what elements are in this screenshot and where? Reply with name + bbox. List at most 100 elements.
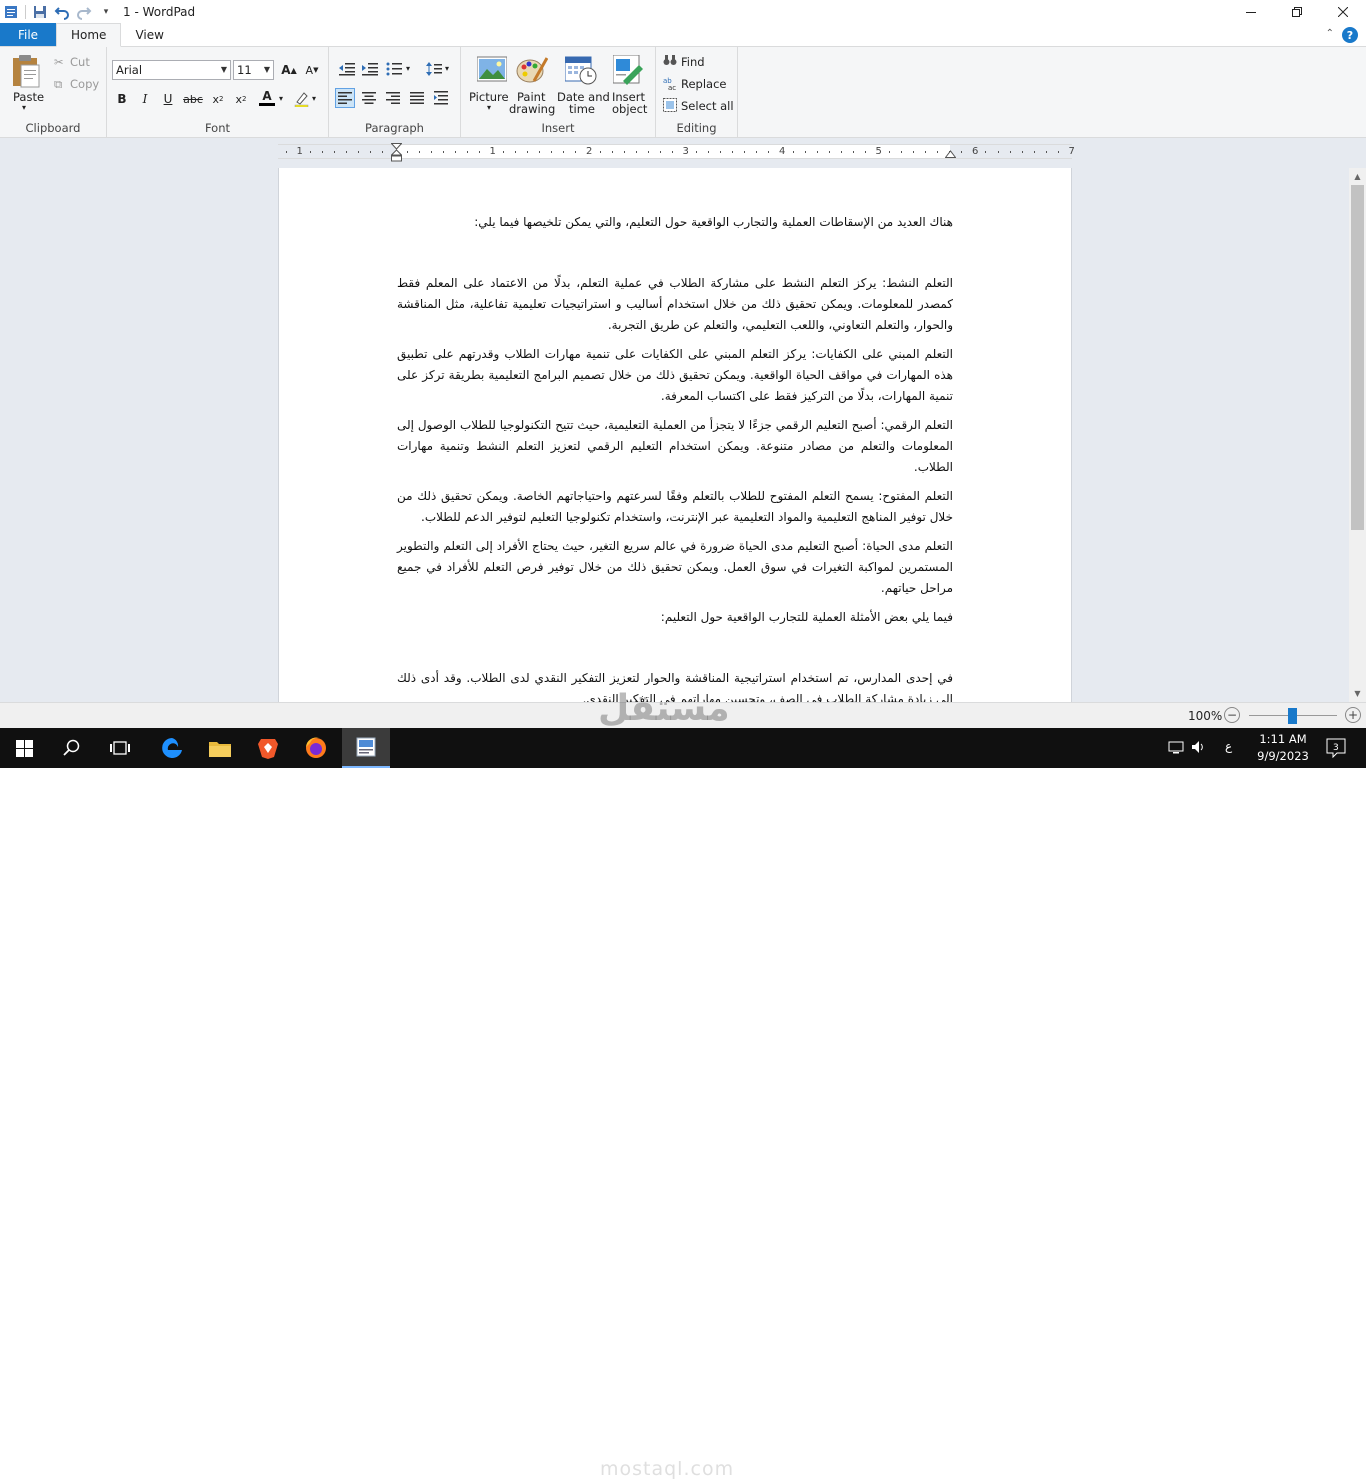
paste-button[interactable]: Paste: [13, 90, 44, 104]
ruler-tick: [732, 151, 734, 153]
notification-count: 3: [1333, 743, 1339, 753]
chevron-down-icon[interactable]: ▾: [445, 64, 449, 73]
subscript-icon[interactable]: x2: [208, 89, 228, 109]
file-explorer-icon[interactable]: [196, 728, 244, 768]
ruler-tick: [478, 151, 480, 153]
taskbar-clock[interactable]: 1:11 AM 9/9/2023: [1250, 731, 1316, 765]
insert-group: Picture ▾ Paint drawing Date and time In…: [461, 47, 656, 138]
minimize-icon[interactable]: [1228, 0, 1274, 24]
close-icon[interactable]: [1320, 0, 1366, 24]
date-time-button[interactable]: Date and time: [556, 53, 610, 123]
task-view-icon[interactable]: [96, 728, 144, 768]
tab-home[interactable]: Home: [56, 23, 122, 47]
undo-icon[interactable]: [51, 1, 73, 23]
ruler-tick: [286, 151, 287, 153]
collapse-ribbon-icon[interactable]: ⌃: [1326, 28, 1334, 39]
brave-icon[interactable]: [244, 728, 292, 768]
line-spacing-icon[interactable]: [424, 59, 444, 79]
ruler-tick: [768, 151, 770, 153]
ruler-number: 1: [489, 146, 496, 157]
cut-button[interactable]: Cut: [70, 55, 90, 69]
ruler-tick: [346, 151, 348, 153]
ruler-tick: [756, 151, 758, 153]
scroll-down-icon[interactable]: ▼: [1349, 685, 1366, 702]
shrink-font-icon[interactable]: A ▼: [302, 60, 322, 80]
ruler-tick: [466, 151, 468, 153]
font-color-icon[interactable]: A: [257, 87, 277, 107]
ruler-tick: [913, 151, 915, 153]
help-icon[interactable]: ?: [1342, 27, 1358, 43]
document-text[interactable]: هناك العديد من الإسقاطات العملية والتجار…: [397, 212, 953, 702]
edge-icon[interactable]: [148, 728, 196, 768]
find-button[interactable]: Find: [681, 55, 705, 69]
ruler-tick: [659, 151, 661, 153]
window-title: 1 - WordPad: [123, 5, 196, 19]
restore-icon[interactable]: [1274, 0, 1320, 24]
decrease-indent-icon[interactable]: [337, 59, 357, 79]
zoom-slider-thumb[interactable]: [1288, 708, 1297, 724]
superscript-icon[interactable]: x2: [231, 89, 251, 109]
grow-font-icon[interactable]: A ▲: [279, 60, 299, 80]
ruler-tick: [418, 151, 420, 153]
italic-icon[interactable]: I: [135, 89, 155, 109]
zoom-out-icon[interactable]: −: [1224, 707, 1240, 723]
vertical-scrollbar[interactable]: ▲ ▼: [1349, 168, 1366, 702]
align-left-icon[interactable]: [335, 88, 355, 108]
ruler-number: 7: [1068, 146, 1075, 157]
network-icon[interactable]: [1168, 740, 1184, 757]
ruler[interactable]: 1 1 2 3 4 5 6 7: [278, 143, 1075, 162]
wordpad-taskbar-icon[interactable]: [342, 728, 390, 768]
chevron-down-icon: ▾: [487, 103, 492, 112]
picture-label: Picture: [469, 90, 509, 104]
ruler-tick: [322, 151, 324, 153]
input-language[interactable]: ع: [1225, 739, 1232, 753]
indent-marker-icon[interactable]: [391, 143, 402, 163]
document-page[interactable]: هناك العديد من الإسقاطات العملية والتجار…: [278, 168, 1072, 702]
clock-date: 9/9/2023: [1257, 749, 1309, 763]
tab-view[interactable]: View: [121, 23, 177, 46]
bullet-list-icon[interactable]: [384, 59, 404, 79]
chevron-down-icon[interactable]: ▾: [279, 94, 283, 103]
right-indent-marker-icon[interactable]: [945, 150, 956, 158]
tab-file[interactable]: File: [0, 23, 56, 46]
document-paragraph: التعلم الرقمي: أصبح التعليم الرقمي جزءًا…: [397, 418, 953, 474]
paste-icon[interactable]: [10, 53, 42, 92]
paste-dropdown-icon[interactable]: ▾: [22, 103, 26, 112]
paint-drawing-button[interactable]: Paint drawing: [509, 53, 555, 123]
firefox-icon[interactable]: [292, 728, 340, 768]
chevron-down-icon[interactable]: ▾: [406, 64, 410, 73]
bold-icon[interactable]: B: [112, 89, 132, 109]
calendar-clock-icon: [565, 56, 597, 85]
highlight-icon[interactable]: [291, 89, 311, 109]
save-icon[interactable]: [29, 1, 51, 23]
align-center-icon[interactable]: [359, 88, 379, 108]
ruler-tick: [1021, 151, 1023, 153]
windows-start-icon[interactable]: [0, 728, 48, 768]
align-right-icon[interactable]: [383, 88, 403, 108]
strikethrough-icon[interactable]: abc: [183, 89, 203, 109]
zoom-in-icon[interactable]: +: [1345, 707, 1361, 723]
notification-icon[interactable]: 3: [1326, 738, 1346, 761]
insert-group-label: Insert: [541, 121, 575, 135]
font-family-select[interactable]: Arial ▼: [112, 60, 231, 80]
ruler-tick: [720, 151, 722, 153]
font-size-select[interactable]: 11 ▼: [233, 60, 274, 80]
customize-qat-icon[interactable]: ▾: [95, 1, 117, 23]
watermark-logo: مستقل: [598, 688, 730, 729]
copy-button[interactable]: Copy: [70, 77, 99, 91]
select-all-button[interactable]: Select all: [681, 99, 734, 113]
chevron-down-icon[interactable]: ▾: [312, 94, 316, 103]
replace-button[interactable]: Replace: [681, 77, 727, 91]
underline-icon[interactable]: U: [158, 89, 178, 109]
search-icon[interactable]: [48, 728, 96, 768]
paragraph-dialog-icon[interactable]: [431, 88, 451, 108]
scrollbar-thumb[interactable]: [1351, 185, 1364, 530]
scroll-up-icon[interactable]: ▲: [1349, 168, 1366, 185]
volume-icon[interactable]: [1191, 740, 1207, 757]
insert-object-button[interactable]: Insert object: [608, 53, 652, 123]
app-icon[interactable]: [0, 1, 22, 23]
justify-icon[interactable]: [407, 88, 427, 108]
chevron-down-icon: ▼: [220, 65, 227, 74]
increase-indent-icon[interactable]: [360, 59, 380, 79]
redo-icon[interactable]: [73, 1, 95, 23]
